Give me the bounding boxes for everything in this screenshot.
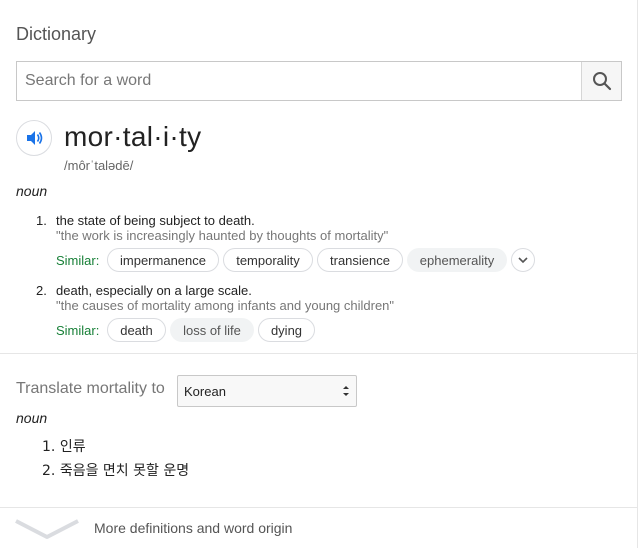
- similar-label: Similar:: [56, 253, 100, 268]
- headword: mor·tal·i·ty: [64, 121, 202, 152]
- similar-chip[interactable]: loss of life: [170, 318, 254, 342]
- more-definitions-text: More definitions and word origin: [94, 520, 293, 536]
- pronunciation-button[interactable]: [16, 120, 52, 156]
- translation-text: 죽음을 면치 못할 운명: [59, 463, 190, 479]
- search-box: [16, 61, 622, 101]
- speaker-icon: [27, 131, 43, 145]
- translation-text: 인류: [59, 439, 86, 455]
- more-similar-button[interactable]: [511, 248, 535, 272]
- definition-number: 2.: [36, 283, 47, 298]
- dictionary-card: Dictionary mor·tal·i·ty /môrˈtalədē/ nou…: [0, 0, 638, 548]
- similar-chip[interactable]: death: [107, 318, 166, 342]
- translation-number: 1.: [42, 439, 56, 455]
- translation-number: 2.: [42, 463, 56, 479]
- definition-example: "the work is increasingly haunted by tho…: [56, 228, 389, 243]
- language-select-value: Korean: [184, 383, 226, 399]
- part-of-speech: noun: [16, 183, 48, 199]
- similar-label: Similar:: [56, 323, 100, 338]
- definition-text: the state of being subject to death.: [56, 213, 255, 228]
- similar-chip[interactable]: dying: [258, 318, 315, 342]
- select-arrows-icon: [343, 386, 349, 396]
- translation-part-of-speech: noun: [16, 410, 48, 426]
- translate-label: Translate mortality to: [16, 380, 165, 397]
- definition-text: death, especially on a large scale.: [56, 283, 252, 298]
- more-definitions-link[interactable]: More definitions and word origin: [0, 508, 638, 548]
- phonetic-spelling: /môrˈtalədē/: [64, 158, 134, 173]
- search-input[interactable]: [17, 62, 582, 100]
- definition-number: 1.: [36, 213, 47, 228]
- similar-chip[interactable]: temporality: [223, 248, 313, 272]
- search-button[interactable]: [581, 62, 621, 100]
- translation-item: 2. 죽음을 면치 못할 운명: [42, 460, 189, 480]
- definition-example: "the causes of mortality among infants a…: [56, 298, 395, 313]
- similar-chip[interactable]: impermanence: [107, 248, 219, 272]
- chevron-down-icon: [15, 519, 79, 539]
- similar-chip[interactable]: ephemerality: [407, 248, 507, 272]
- translation-item: 1. 인류: [42, 436, 86, 456]
- similar-chip[interactable]: transience: [317, 248, 403, 272]
- section-divider: [0, 353, 638, 354]
- chevron-down-icon: [518, 257, 528, 264]
- dictionary-title: Dictionary: [16, 24, 97, 44]
- search-icon: [592, 72, 611, 91]
- language-select[interactable]: Korean: [177, 375, 357, 407]
